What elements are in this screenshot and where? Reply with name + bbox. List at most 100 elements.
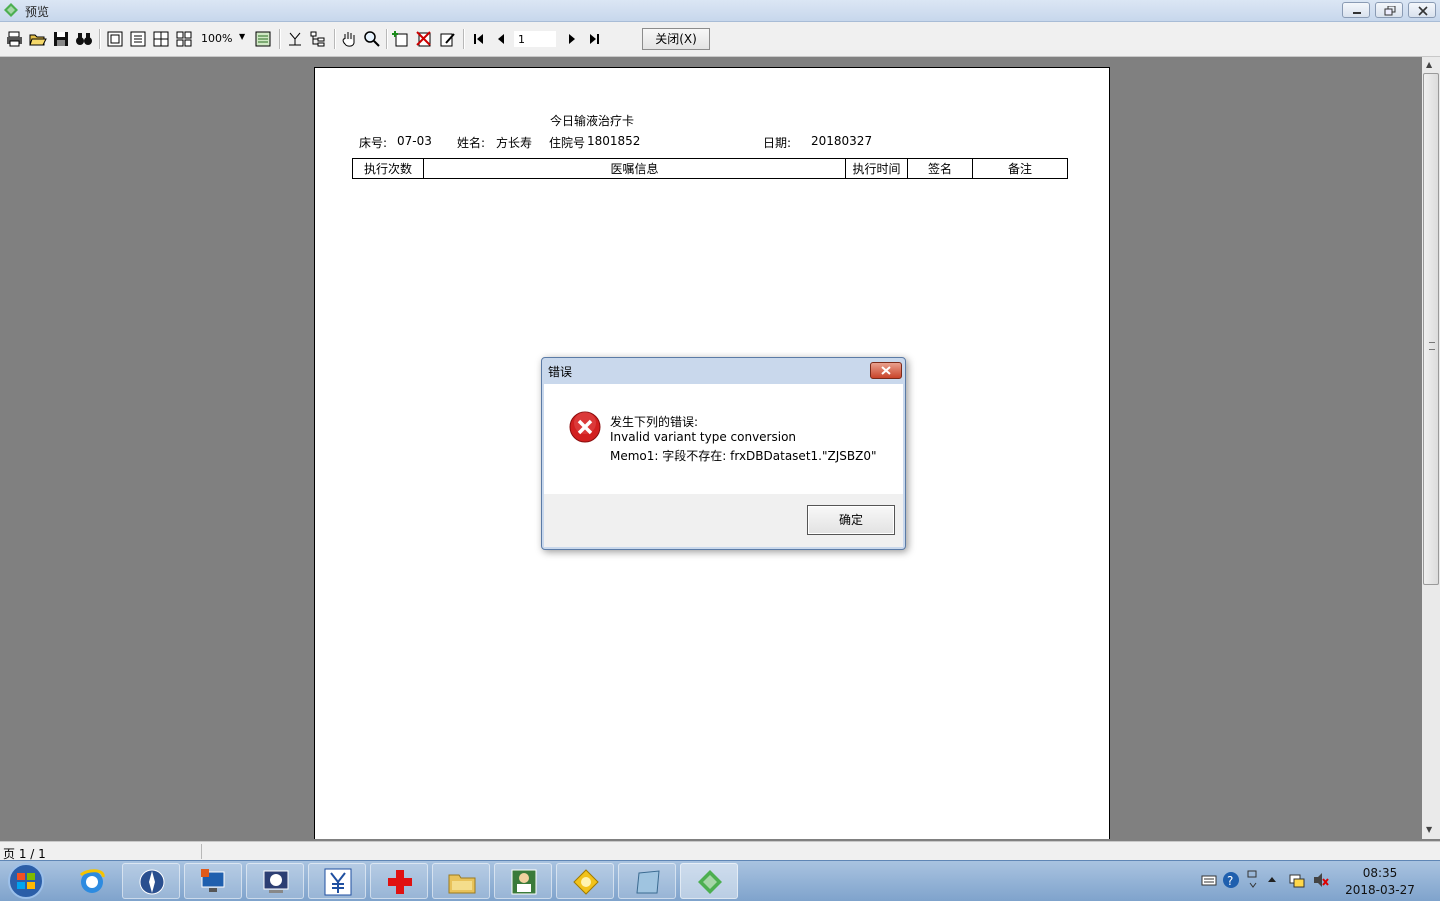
taskbar: ? 08:35 2018-03-27 — [0, 860, 1440, 901]
taskbar-app-preview[interactable] — [680, 863, 738, 899]
app-icon — [4, 3, 18, 17]
toolbar-separator — [99, 29, 101, 49]
last-page-button[interactable] — [585, 29, 605, 49]
title-bar: 预览 — [0, 0, 1440, 22]
report-title: 今日输液治疗卡 — [550, 114, 635, 128]
taskbar-app-compass[interactable] — [122, 863, 180, 899]
yen-icon — [324, 868, 352, 896]
taskbar-app-tablet[interactable] — [618, 863, 676, 899]
remote-desktop-icon — [201, 869, 225, 892]
outline-button[interactable] — [253, 29, 273, 49]
tree-icon — [310, 31, 325, 47]
toolbar-separator — [463, 29, 465, 49]
last-page-icon — [590, 34, 599, 44]
zoom-select[interactable]: 100% ▼ — [201, 32, 247, 45]
network-icon[interactable] — [1288, 871, 1306, 889]
page-width-button[interactable] — [128, 29, 148, 49]
system-clock[interactable]: 08:35 2018-03-27 — [1342, 865, 1418, 899]
edit-page-button[interactable] — [437, 29, 457, 49]
keyboard-icon[interactable] — [1201, 873, 1217, 887]
next-page-icon — [569, 34, 575, 44]
taskbar-app-medical[interactable] — [370, 863, 428, 899]
minimize-icon — [1353, 12, 1361, 14]
export-icon — [289, 32, 301, 46]
scroll-up-icon[interactable]: ▲ — [1426, 60, 1432, 69]
bed-value: 07-03 — [397, 134, 432, 148]
toolbar-separator — [334, 29, 336, 49]
open-button[interactable] — [28, 29, 48, 49]
save-button[interactable] — [51, 29, 71, 49]
help-icon[interactable]: ? — [1222, 871, 1240, 889]
scroll-down-icon[interactable]: ▼ — [1426, 825, 1432, 834]
sql-tool-icon — [263, 870, 289, 893]
clock-date: 2018-03-27 — [1345, 883, 1415, 897]
chevron-down-icon: ▼ — [239, 32, 246, 41]
network-up-down-icon[interactable] — [1246, 869, 1260, 889]
printer-icon — [7, 31, 22, 47]
taskbar-app-remote[interactable] — [184, 863, 242, 899]
date-value: 20180327 — [811, 134, 873, 148]
table-header-row: 执行次数 医嘱信息 执行时间 签名 备注 — [352, 158, 1068, 179]
ok-button[interactable]: 确定 — [807, 505, 895, 535]
export-button[interactable] — [285, 29, 305, 49]
edit-page-icon — [440, 33, 455, 47]
compass-icon — [139, 869, 165, 895]
taskbar-app-user[interactable] — [494, 863, 552, 899]
restore-icon — [1384, 6, 1396, 16]
close-icon — [881, 366, 891, 375]
preview-app-icon — [698, 870, 722, 894]
close-icon — [1418, 6, 1428, 16]
volume-muted-icon[interactable] — [1312, 871, 1330, 889]
inpatient-label: 住院号 — [549, 136, 586, 150]
name-value: 方长寿 — [496, 136, 533, 150]
vertical-scrollbar[interactable]: ▲ ▼ — [1422, 57, 1440, 839]
close-window-button[interactable] — [1408, 2, 1436, 18]
column-header: 执行时间 — [845, 158, 908, 179]
new-page-button[interactable] — [391, 29, 411, 49]
minimize-button[interactable] — [1342, 2, 1370, 18]
bed-label: 床号: — [359, 136, 388, 150]
column-header: 备注 — [972, 158, 1068, 179]
scrollbar-thumb[interactable] — [1423, 73, 1439, 585]
show-hidden-icons[interactable] — [1266, 873, 1278, 885]
two-pages-icon — [153, 31, 169, 47]
toolbar-separator — [386, 29, 388, 49]
find-button[interactable] — [74, 29, 94, 49]
page-number-input[interactable] — [514, 31, 556, 47]
first-page-button[interactable] — [469, 29, 489, 49]
zoom-tool-button[interactable] — [362, 29, 382, 49]
svg-text:?: ? — [1227, 874, 1233, 888]
restore-button[interactable] — [1375, 2, 1403, 18]
folder-open-icon — [29, 34, 47, 46]
two-page-button[interactable] — [151, 29, 171, 49]
tree-button[interactable] — [308, 29, 328, 49]
hand-icon — [342, 32, 355, 47]
hand-tool-button[interactable] — [339, 29, 359, 49]
outline-icon — [255, 31, 271, 47]
error-message-line: Invalid variant type conversion — [610, 430, 797, 444]
taskbar-app-finance[interactable] — [308, 863, 366, 899]
taskbar-app-sql[interactable] — [246, 863, 304, 899]
internet-explorer-icon — [79, 869, 105, 893]
taskbar-explorer[interactable] — [432, 863, 490, 899]
user-admin-icon — [511, 869, 537, 895]
dialog-close-button[interactable] — [870, 362, 902, 379]
taskbar-app-gold[interactable] — [556, 863, 614, 899]
multi-page-button[interactable] — [174, 29, 194, 49]
previous-page-icon — [498, 34, 504, 44]
close-preview-button[interactable]: 关闭(X) — [642, 28, 710, 50]
next-page-button[interactable] — [562, 29, 582, 49]
clock-time: 08:35 — [1362, 866, 1398, 880]
print-button[interactable] — [5, 29, 25, 49]
one-page-button[interactable] — [105, 29, 125, 49]
delete-page-button[interactable] — [414, 29, 434, 49]
taskbar-ie[interactable] — [62, 863, 120, 899]
previous-page-button[interactable] — [492, 29, 512, 49]
delete-page-icon — [416, 31, 431, 47]
start-button[interactable] — [6, 862, 46, 900]
page-view-icon — [107, 31, 123, 47]
dialog-footer: 确定 — [544, 494, 903, 547]
page-width-icon — [130, 31, 146, 47]
report-table: 执行次数 医嘱信息 执行时间 签名 备注 — [352, 158, 1068, 179]
column-header: 签名 — [907, 158, 973, 179]
